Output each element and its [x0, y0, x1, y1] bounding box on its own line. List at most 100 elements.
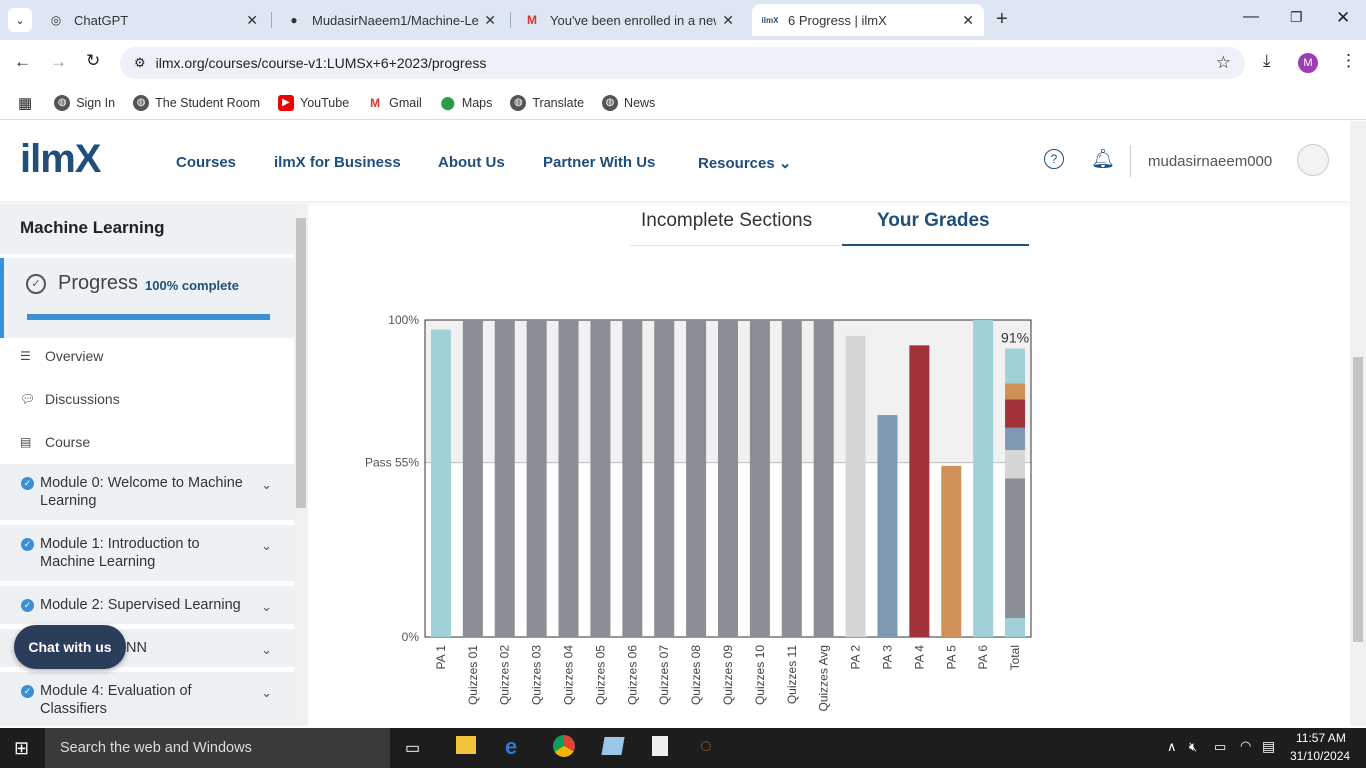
wifi-icon[interactable]: ◠: [1240, 738, 1251, 754]
bar-quizzes-03: [526, 320, 547, 637]
chevron-down-icon[interactable]: ⌄: [261, 641, 272, 659]
file-explorer-icon[interactable]: [456, 736, 476, 754]
battery-icon[interactable]: ▭: [1214, 739, 1226, 755]
reload-icon[interactable]: ↻: [86, 51, 100, 71]
bookmark-label: Translate: [532, 95, 585, 110]
address-bar[interactable]: ⚙ ilmx.org/courses/course-v1:LUMSx+6+202…: [120, 47, 1245, 79]
github-icon: ●: [290, 13, 298, 27]
bookmark-translate[interactable]: ◍ Translate: [510, 94, 585, 111]
windows-start-icon[interactable]: ⊞: [14, 738, 29, 759]
gmail-icon: M: [370, 95, 381, 110]
edge-icon[interactable]: e: [505, 734, 517, 760]
browser-tab-gmail[interactable]: M You've been enrolled in a new t ✕: [514, 4, 744, 36]
site-settings-icon[interactable]: ⚙: [134, 55, 146, 71]
taskbar-search[interactable]: Search the web and Windows: [45, 728, 390, 768]
browser-tab-chatgpt[interactable]: ◎ ChatGPT ✕: [38, 4, 268, 36]
sidebar-item-course[interactable]: ▤ Course: [0, 430, 294, 454]
module-1[interactable]: ✓ Module 1: Introduction to Machine Learn…: [0, 525, 294, 581]
chevron-down-icon[interactable]: ⌄: [261, 598, 272, 616]
user-avatar[interactable]: [1297, 144, 1329, 176]
sidebar-item-overview[interactable]: ☰ Overview: [0, 344, 294, 368]
back-icon[interactable]: ←: [14, 52, 31, 72]
profile-avatar[interactable]: M: [1298, 53, 1318, 73]
nav-ilmx-for-business[interactable]: ilmX for Business: [274, 154, 401, 171]
nav-partner-with-us[interactable]: Partner With Us: [543, 154, 655, 171]
close-window-icon[interactable]: ✕: [1336, 8, 1350, 28]
url-text: ilmx.org/courses/course-v1:LUMSx+6+2023/…: [155, 55, 487, 71]
module-0[interactable]: ✓ Module 0: Welcome to Machine Learning ⌄: [0, 464, 294, 520]
notepad-icon[interactable]: [652, 736, 668, 756]
bookmark-gmail[interactable]: M Gmail: [367, 95, 422, 111]
x-tick-label: PA 1: [434, 645, 448, 670]
menu-icon[interactable]: ⋮: [1340, 51, 1357, 71]
restore-icon[interactable]: ❐: [1290, 9, 1303, 26]
total-bar-segment: [1005, 449, 1026, 479]
nav-courses[interactable]: Courses: [176, 154, 236, 171]
check-icon: ✓: [21, 685, 34, 698]
x-tick-label: Quizzes Avg: [817, 645, 831, 711]
module-4[interactable]: ✓ Module 4: Evaluation of Classifiers ⌄: [0, 672, 294, 726]
ilmx-icon: ilmX: [761, 15, 779, 25]
minimize-icon[interactable]: —: [1243, 8, 1259, 26]
bar-pa-4: [909, 345, 930, 637]
bookmark-student-room[interactable]: ◍ The Student Room: [133, 94, 261, 111]
username[interactable]: mudasirnaeem000: [1148, 153, 1272, 170]
bookmark-sign-in[interactable]: ◍ Sign In: [54, 94, 115, 111]
nav-resources[interactable]: Resources ⌄: [698, 154, 791, 172]
progress-bar-fill: [27, 314, 270, 320]
notifications-icon[interactable]: ▤: [1262, 738, 1275, 755]
scrollbar-thumb[interactable]: [296, 218, 306, 508]
bookmark-maps[interactable]: ⬤ Maps: [440, 95, 493, 111]
chevron-down-icon[interactable]: ⌄: [261, 476, 272, 494]
jupyter-icon[interactable]: ◌: [700, 735, 712, 758]
tab-title: MudasirNaeem1/Machine-Lear: [312, 12, 479, 28]
nav-about-us[interactable]: About Us: [438, 154, 505, 171]
chat-bubble-icon: 💬︎: [20, 392, 36, 406]
page-scrollbar[interactable]: [1350, 121, 1366, 726]
bookmark-news[interactable]: ◍ News: [602, 94, 655, 111]
nav-resources-label: Resources: [698, 155, 775, 172]
bar-quizzes-05: [590, 320, 611, 637]
chevron-down-icon[interactable]: ⌄: [261, 537, 272, 555]
x-tick-label: Quizzes 02: [498, 645, 512, 705]
bookmark-star-icon[interactable]: ☆: [1216, 53, 1231, 73]
maps-pin-icon: ⬤: [440, 94, 456, 110]
close-tab-icon[interactable]: ✕: [246, 12, 258, 29]
volume-mute-icon[interactable]: 🔇︎: [1189, 739, 1197, 755]
task-view-icon[interactable]: ▭: [405, 738, 420, 758]
apps-grid-icon[interactable]: ▦: [18, 94, 32, 112]
clock-time[interactable]: 11:57 AM: [1296, 731, 1346, 745]
chevron-up-icon[interactable]: ∧: [1167, 739, 1177, 755]
sidebar-link-label: Overview: [45, 348, 104, 364]
close-tab-icon[interactable]: ✕: [962, 12, 974, 29]
bell-icon[interactable]: 🔔︎: [1091, 147, 1115, 171]
download-icon[interactable]: ⤓: [1263, 51, 1271, 71]
browser-tab-github[interactable]: ● MudasirNaeem1/Machine-Lear ✕: [276, 4, 506, 36]
x-tick-label: Total: [1008, 645, 1022, 670]
sidebar-scrollbar[interactable]: [294, 204, 308, 726]
scrollbar-thumb[interactable]: [1353, 357, 1363, 642]
bookmark-youtube[interactable]: ▶ YouTube: [278, 94, 349, 111]
close-tab-icon[interactable]: ✕: [484, 12, 496, 29]
bar-quizzes-avg: [813, 320, 834, 637]
forward-icon[interactable]: →: [50, 52, 67, 72]
sidebar-item-discussions[interactable]: 💬︎ Discussions: [0, 387, 294, 411]
chrome-icon[interactable]: [553, 735, 575, 757]
browser-tab-ilmx[interactable]: ilmX 6 Progress | ilmX ✕: [752, 4, 984, 36]
clock-date[interactable]: 31/10/2024: [1290, 749, 1350, 763]
help-icon[interactable]: ?: [1044, 149, 1064, 169]
sidebar-progress[interactable]: ✓ Progress 100% complete: [0, 258, 294, 338]
module-2[interactable]: ✓ Module 2: Supervised Learning ⌄: [0, 586, 294, 624]
bookmark-label: The Student Room: [155, 95, 261, 110]
tab-incomplete-sections[interactable]: Incomplete Sections: [641, 210, 812, 232]
tab-your-grades[interactable]: Your Grades: [877, 210, 990, 232]
chat-with-us-button[interactable]: Chat with us: [14, 625, 126, 669]
chevron-down-icon[interactable]: ⌄: [261, 684, 272, 702]
close-tab-icon[interactable]: ✕: [722, 12, 734, 29]
tab-search-button[interactable]: ⌄: [8, 8, 32, 32]
notes-app-icon[interactable]: [601, 737, 625, 755]
x-tick-label: Quizzes 11: [785, 645, 799, 704]
new-tab-button[interactable]: +: [996, 8, 1008, 31]
progress-label: Progress: [58, 272, 139, 294]
ilmx-logo[interactable]: ilmX: [20, 137, 101, 182]
